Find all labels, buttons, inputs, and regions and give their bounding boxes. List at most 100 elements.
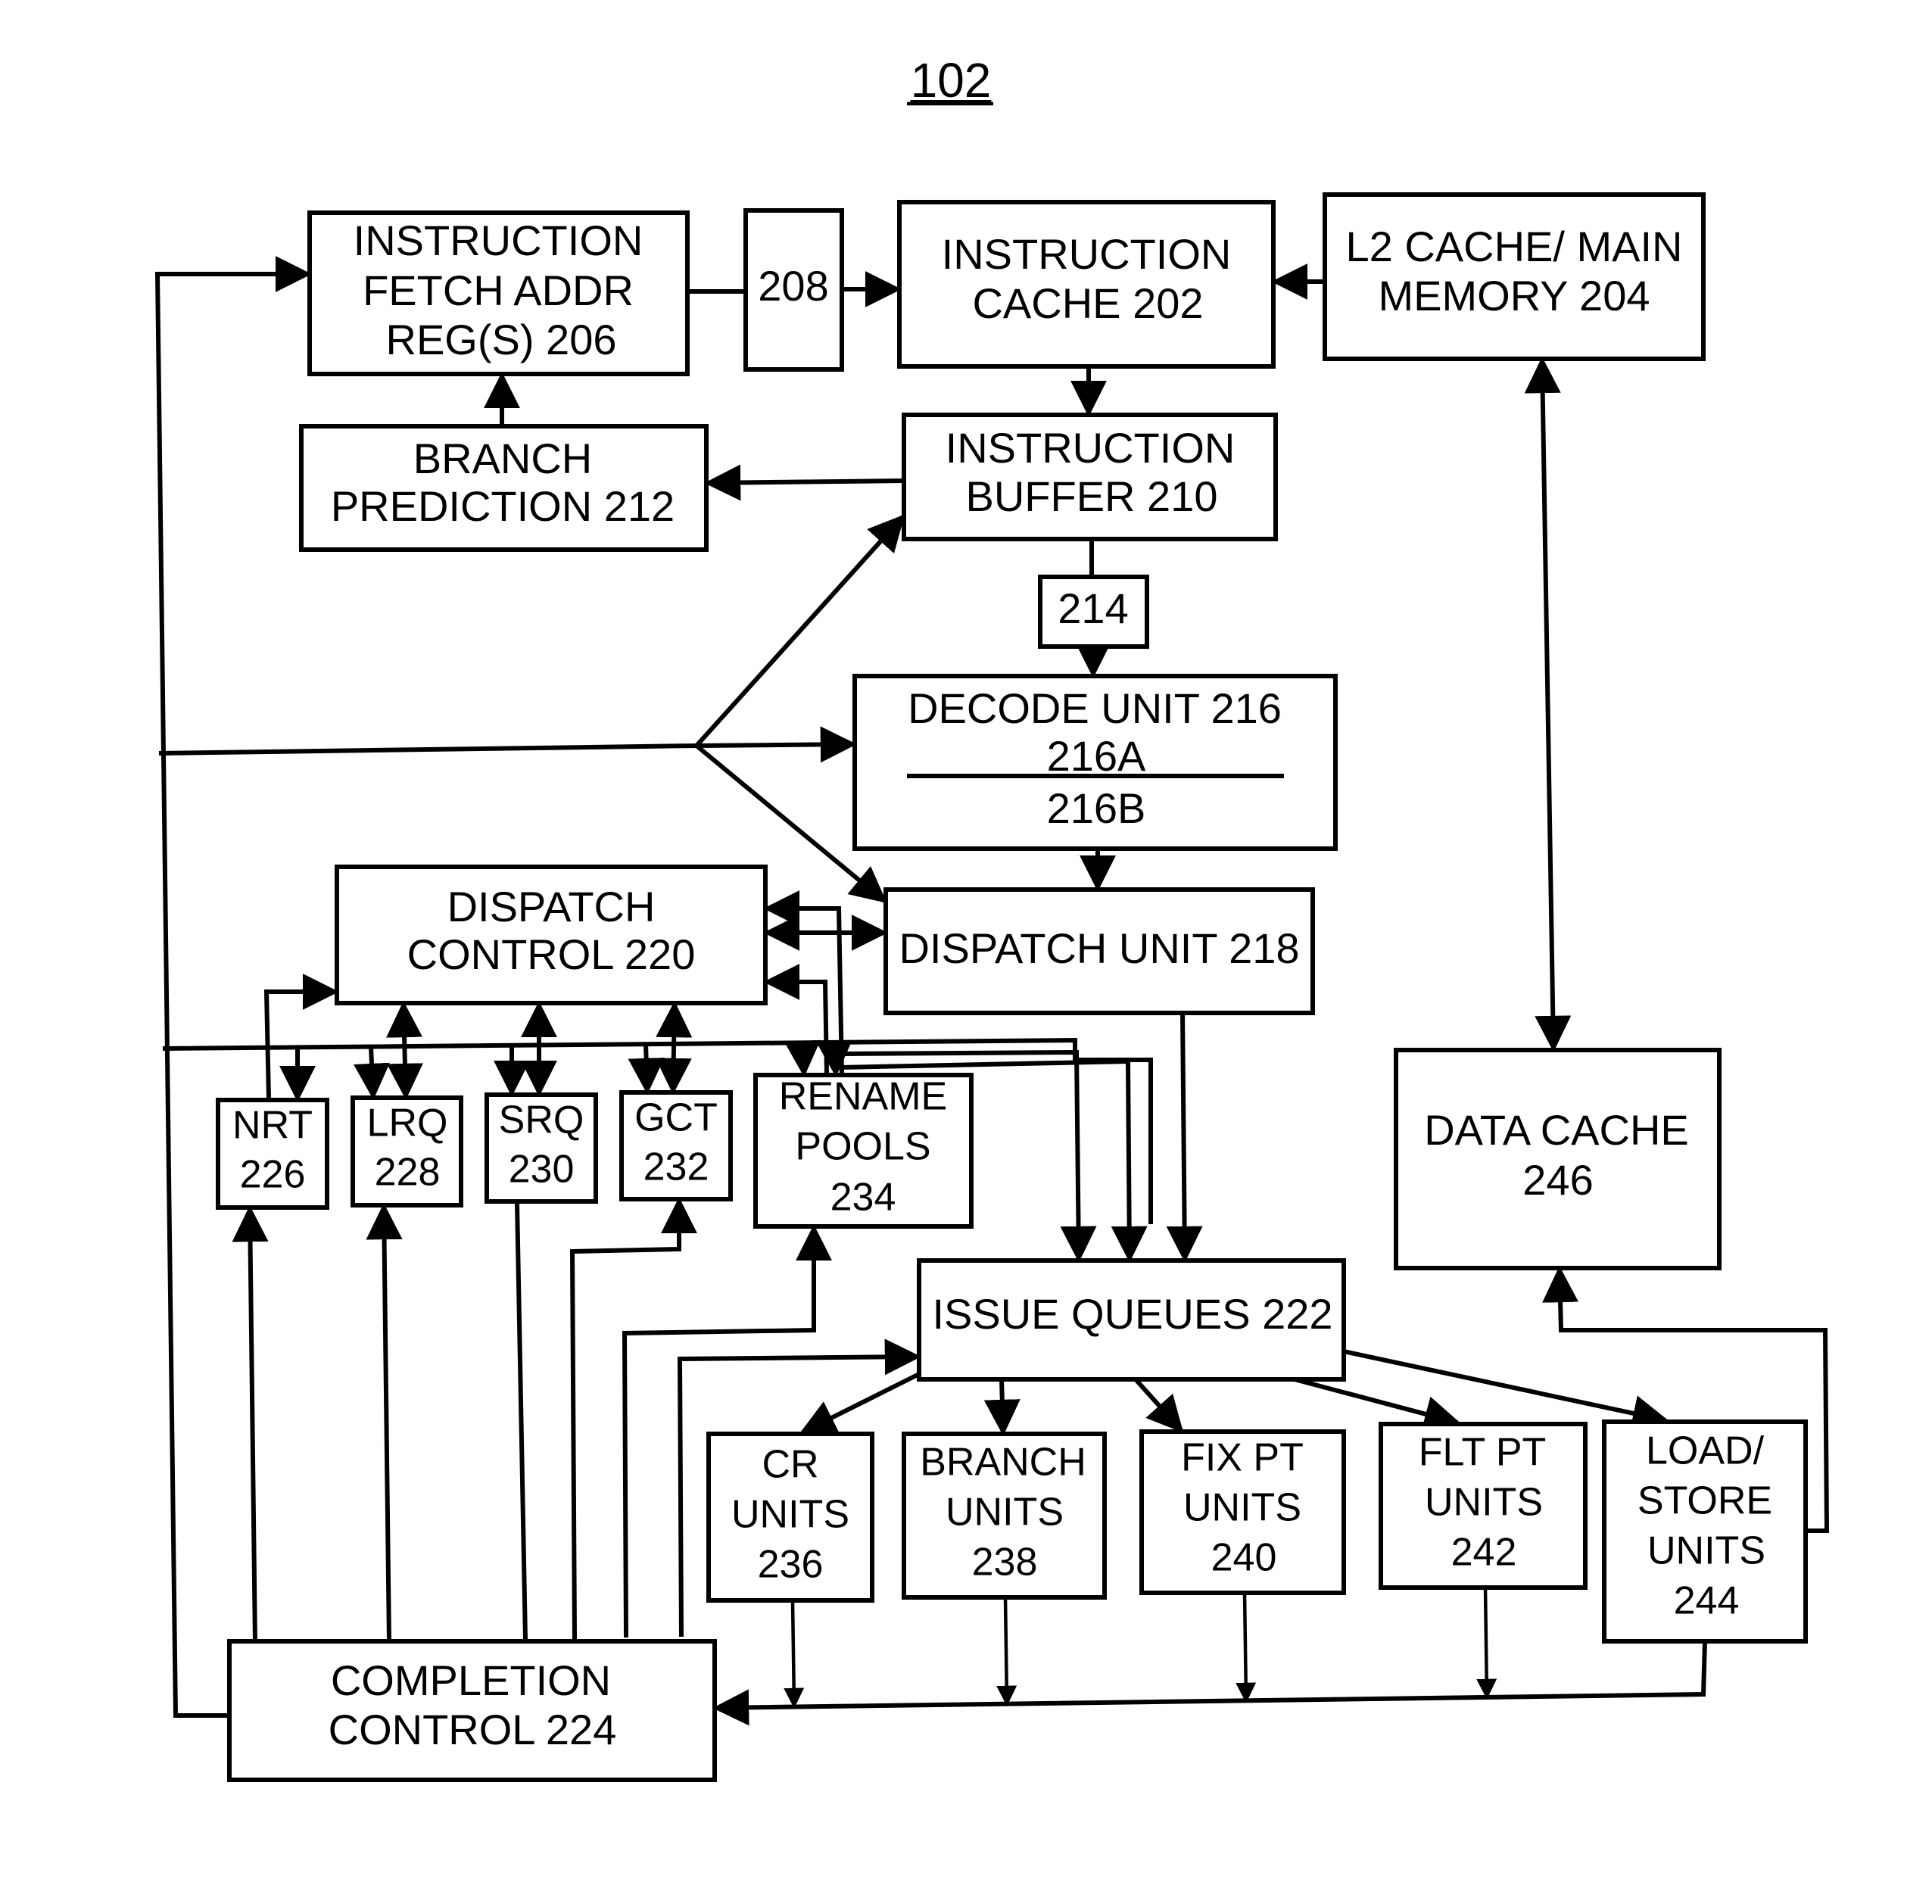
arrow-issue-flt xyxy=(1294,1377,1461,1432)
block-label-line: DISPATCH UNIT 218 xyxy=(899,924,1299,972)
block-label-line: ISSUE QUEUES 222 xyxy=(932,1290,1332,1338)
block-decode-unit: DECODE UNIT 216 216A 216B xyxy=(852,674,1338,851)
block-label-line: DATA CACHE xyxy=(1424,1106,1689,1154)
block-label-line: 216B xyxy=(1047,784,1146,832)
block-label-line: 232 xyxy=(643,1145,709,1189)
block-nrt: NRT 226 xyxy=(216,1098,329,1210)
arrow-fan-decode xyxy=(696,726,857,763)
arrow-bus-gct xyxy=(628,1043,665,1095)
block-208: 208 xyxy=(743,208,844,372)
block-label-line: 240 xyxy=(1211,1536,1277,1580)
arrow-l2-dcache xyxy=(1524,357,1572,1052)
block-flt-pt-units: FLT PT UNITS 242 xyxy=(1379,1422,1588,1590)
block-label-line: FLT PT xyxy=(1419,1431,1547,1475)
block-label-line: UNITS xyxy=(1647,1529,1765,1573)
block-cr-units: CR UNITS 236 xyxy=(706,1432,874,1603)
block-label-line: 228 xyxy=(375,1151,441,1195)
arrow-issue-cr xyxy=(799,1370,925,1435)
block-branch-prediction: BRANCH PREDICTION 212 xyxy=(299,424,709,552)
arrow-issue-branch xyxy=(983,1379,1021,1436)
bus-fanout xyxy=(158,743,697,756)
block-label-line: BRANCH xyxy=(413,435,592,482)
arrow-bus-rename-2 xyxy=(815,1039,852,1077)
block-214: 214 xyxy=(1038,575,1149,649)
block-label-line: 244 xyxy=(1674,1579,1740,1623)
arrow-fix-bus xyxy=(1236,1592,1257,1703)
block-label-line: CR xyxy=(762,1443,818,1487)
block-label-line: 246 xyxy=(1522,1156,1593,1204)
arrow-completion-lrq xyxy=(366,1203,403,1642)
block-label-line: 234 xyxy=(830,1176,896,1220)
block-label-line: POOLS xyxy=(795,1125,930,1169)
block-instruction-fetch-addr-reg: INSTRUCTION FETCH ADDR REG(S) 206 xyxy=(307,210,690,376)
block-label-line: NRT xyxy=(232,1104,313,1148)
arrow-dctl-lrq xyxy=(386,1001,423,1100)
block-label-line: BUFFER 210 xyxy=(966,472,1218,520)
block-label-line: BRANCH xyxy=(920,1441,1086,1485)
processor-block-diagram: 102 INSTRUCTION FETCH ADDR REG(S) 206 20… xyxy=(154,53,1830,1782)
arrow-flt-bus xyxy=(1476,1587,1497,1700)
block-label-line: DECODE UNIT 216 xyxy=(908,684,1282,732)
block-label-line: INSTRUCTION xyxy=(946,424,1236,472)
block-label-line: PREDICTION 212 xyxy=(331,482,675,530)
block-lrq: LRQ 228 xyxy=(351,1095,463,1208)
block-label-line: 208 xyxy=(758,262,828,310)
arrow-dctl-gct xyxy=(655,1001,693,1095)
block-label-line: LOAD/ xyxy=(1646,1429,1765,1473)
block-label-line: CONTROL 224 xyxy=(329,1706,617,1753)
block-label-line: 236 xyxy=(758,1543,824,1587)
block-label-line: L2 CACHE/ MAIN xyxy=(1346,223,1683,270)
block-label-line: 242 xyxy=(1451,1531,1517,1575)
arrow-issue-ls xyxy=(1343,1349,1669,1432)
block-label-line: UNITS xyxy=(1425,1481,1543,1525)
block-label-line: MEMORY 204 xyxy=(1379,272,1650,319)
block-label-line: FETCH ADDR xyxy=(363,266,634,314)
block-label-line: GCT xyxy=(634,1096,718,1140)
block-instruction-buffer: INSTRUCTION BUFFER 210 xyxy=(902,413,1278,541)
block-label-line: CACHE 202 xyxy=(972,279,1203,327)
block-label-line: 214 xyxy=(1058,584,1128,632)
block-label-line: 216A xyxy=(1047,732,1146,780)
block-fix-pt-units: FIX PT UNITS 240 xyxy=(1139,1429,1346,1595)
bus-completion xyxy=(712,1641,1707,1726)
block-label-line: COMPLETION xyxy=(331,1656,611,1704)
block-label-line: LRQ xyxy=(367,1102,448,1145)
block-branch-units: BRANCH UNITS 238 xyxy=(902,1432,1107,1600)
block-rename-pools: RENAME POOLS 234 xyxy=(753,1073,974,1229)
figure-title: 102 xyxy=(911,53,992,108)
block-label-line: 238 xyxy=(972,1541,1038,1585)
arrow-completion-nrt xyxy=(232,1205,269,1644)
block-label-line: REG(S) 206 xyxy=(386,316,617,363)
block-dispatch-unit: DISPATCH UNIT 218 xyxy=(883,887,1315,1015)
arrow-bus-rename xyxy=(784,1039,821,1077)
block-load-store-units: LOAD/ STORE UNITS 244 xyxy=(1602,1419,1808,1644)
arrow-bus-lrq xyxy=(354,1046,390,1100)
block-label-line: UNITS xyxy=(1183,1486,1301,1530)
block-dispatch-control: DISPATCH CONTROL 220 xyxy=(335,865,768,1005)
block-completion-control: COMPLETION CONTROL 224 xyxy=(227,1639,717,1782)
block-label-line: SRQ xyxy=(499,1098,584,1142)
block-instruction-cache: INSTRUCTION CACHE 202 xyxy=(897,200,1276,369)
block-data-cache: DATA CACHE 246 xyxy=(1394,1048,1722,1270)
block-label-line: 230 xyxy=(509,1148,575,1192)
arrow-completion-ifar xyxy=(154,256,312,1718)
block-label-line: UNITS xyxy=(731,1493,849,1537)
arrow-cr-bus xyxy=(784,1600,805,1709)
block-label-line: INSTRUCTION xyxy=(354,217,643,264)
block-label-line: INSTRUCTION xyxy=(942,230,1232,278)
block-label-line: 226 xyxy=(240,1153,306,1197)
arrow-rename-dctl xyxy=(763,964,829,1074)
block-l2-cache-main-memory: L2 CACHE/ MAIN MEMORY 204 xyxy=(1323,192,1706,361)
block-label-line: RENAME xyxy=(779,1075,947,1119)
block-label-line: STORE xyxy=(1638,1479,1772,1523)
block-srq: SRQ 230 xyxy=(485,1092,598,1204)
block-gct: GCT 232 xyxy=(619,1090,733,1201)
block-label-line: FIX PT xyxy=(1181,1436,1304,1480)
block-label-line: CONTROL 220 xyxy=(407,930,696,978)
block-label-line: DISPATCH xyxy=(447,883,656,930)
block-issue-queues: ISSUE QUEUES 222 xyxy=(917,1258,1346,1382)
block-label-line: UNITS xyxy=(946,1491,1064,1535)
arrow-issue-fix xyxy=(1133,1377,1184,1433)
arrow-dunit-issue xyxy=(1166,1011,1203,1263)
arrow-ibuf-bpred xyxy=(704,464,905,501)
